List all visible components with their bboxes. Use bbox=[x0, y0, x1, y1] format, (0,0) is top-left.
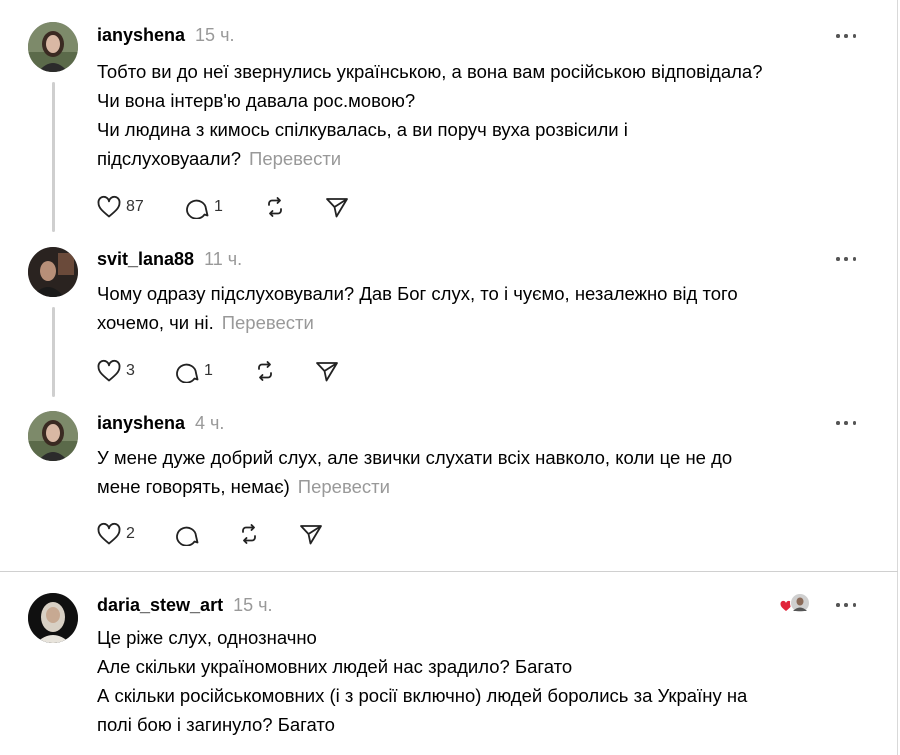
like-count: 3 bbox=[126, 362, 135, 379]
comment-line: мене говорять, немає) bbox=[97, 476, 290, 497]
paper-plane-icon bbox=[314, 359, 340, 383]
translate-link[interactable]: Перевести bbox=[298, 476, 390, 497]
repost-button[interactable] bbox=[236, 522, 298, 546]
share-button[interactable] bbox=[324, 195, 350, 219]
comment-line: підслуховуаали? bbox=[97, 148, 242, 169]
repost-arrows-icon bbox=[236, 522, 262, 546]
comment-line: Чому одразу підслуховували? Дав Бог слух… bbox=[97, 283, 738, 304]
comment-text: Тобто ви до неї звернулись українською, … bbox=[97, 57, 867, 173]
heart-outline-icon bbox=[96, 522, 122, 546]
reactor-avatar bbox=[790, 593, 810, 618]
reaction-indicator[interactable] bbox=[780, 592, 814, 616]
avatar[interactable] bbox=[28, 247, 78, 297]
more-dots-icon[interactable] bbox=[836, 249, 856, 269]
comment-line: Чи вона інтерв'ю давала рос.мовою? bbox=[97, 90, 416, 111]
paper-plane-icon bbox=[324, 195, 350, 219]
paper-plane-icon bbox=[298, 522, 324, 546]
repost-button[interactable] bbox=[262, 195, 324, 219]
speech-bubble-icon bbox=[174, 522, 200, 546]
comment-line: Це ріже слух, однозначно bbox=[97, 627, 317, 648]
comment-header: daria_stew_art 15 ч. bbox=[97, 593, 272, 617]
timestamp[interactable]: 15 ч. bbox=[195, 25, 234, 46]
translate-link[interactable]: Перевести bbox=[249, 148, 341, 169]
more-dots-icon[interactable] bbox=[836, 26, 856, 46]
username[interactable]: daria_stew_art bbox=[97, 595, 223, 616]
share-button[interactable] bbox=[298, 522, 324, 546]
action-bar: 3 1 bbox=[96, 358, 340, 384]
avatar[interactable] bbox=[28, 593, 78, 643]
comments-thread: ianyshena 15 ч. Тобто ви до неї звернули… bbox=[0, 0, 898, 755]
reply-button[interactable] bbox=[174, 522, 236, 546]
comment-line: хочемо, чи ні. bbox=[97, 312, 214, 333]
timestamp[interactable]: 11 ч. bbox=[204, 249, 242, 270]
avatar[interactable] bbox=[28, 411, 78, 461]
comment-line: полі бою і загинуло? Багато bbox=[97, 714, 335, 735]
share-button[interactable] bbox=[314, 359, 340, 383]
like-count: 2 bbox=[126, 525, 135, 542]
username[interactable]: ianyshena bbox=[97, 25, 185, 46]
comment-header: ianyshena 15 ч. bbox=[97, 23, 234, 47]
comment-line: А скільки російськомовних (і з росії вкл… bbox=[97, 685, 748, 706]
comment-header: ianyshena 4 ч. bbox=[97, 411, 224, 435]
like-button[interactable]: 2 bbox=[96, 522, 166, 546]
heart-outline-icon bbox=[96, 359, 122, 383]
repost-arrows-icon bbox=[252, 359, 278, 383]
avatar[interactable] bbox=[28, 22, 78, 72]
like-button[interactable]: 3 bbox=[96, 359, 166, 383]
thread-line bbox=[52, 82, 55, 232]
reply-button[interactable]: 1 bbox=[184, 195, 262, 219]
divider bbox=[0, 571, 898, 572]
comment-text: У мене дуже добрий слух, але звички слух… bbox=[97, 443, 867, 501]
action-bar: 87 1 bbox=[96, 194, 350, 220]
comment-line: У мене дуже добрий слух, але звички слух… bbox=[97, 447, 733, 468]
thread-line bbox=[52, 307, 55, 397]
speech-bubble-icon bbox=[184, 195, 210, 219]
like-button[interactable]: 87 bbox=[96, 195, 166, 219]
comment-header: svit_lana88 11 ч. bbox=[97, 247, 242, 271]
comment-line: Тобто ви до неї звернулись українською, … bbox=[97, 61, 763, 82]
timestamp[interactable]: 15 ч. bbox=[233, 595, 272, 616]
comment-line: Але скільки україномовних людей нас зрад… bbox=[97, 656, 573, 677]
translate-link[interactable]: Перевести bbox=[222, 312, 314, 333]
reply-count: 1 bbox=[214, 198, 223, 215]
reply-count: 1 bbox=[204, 362, 213, 379]
heart-outline-icon bbox=[96, 195, 122, 219]
username[interactable]: ianyshena bbox=[97, 413, 185, 434]
repost-arrows-icon bbox=[262, 195, 288, 219]
username[interactable]: svit_lana88 bbox=[97, 249, 194, 270]
comment-text: Чому одразу підслуховували? Дав Бог слух… bbox=[97, 279, 867, 337]
timestamp[interactable]: 4 ч. bbox=[195, 413, 224, 434]
like-count: 87 bbox=[126, 198, 144, 215]
reply-button[interactable]: 1 bbox=[174, 359, 252, 383]
repost-button[interactable] bbox=[252, 359, 314, 383]
comment-text: Це ріже слух, однозначно Але скільки укр… bbox=[97, 623, 867, 739]
action-bar: 2 bbox=[96, 521, 324, 547]
more-dots-icon[interactable] bbox=[836, 595, 856, 615]
comment-line: Чи людина з кимось спілкувалась, а ви по… bbox=[97, 119, 628, 140]
speech-bubble-icon bbox=[174, 359, 200, 383]
more-dots-icon[interactable] bbox=[836, 413, 856, 433]
